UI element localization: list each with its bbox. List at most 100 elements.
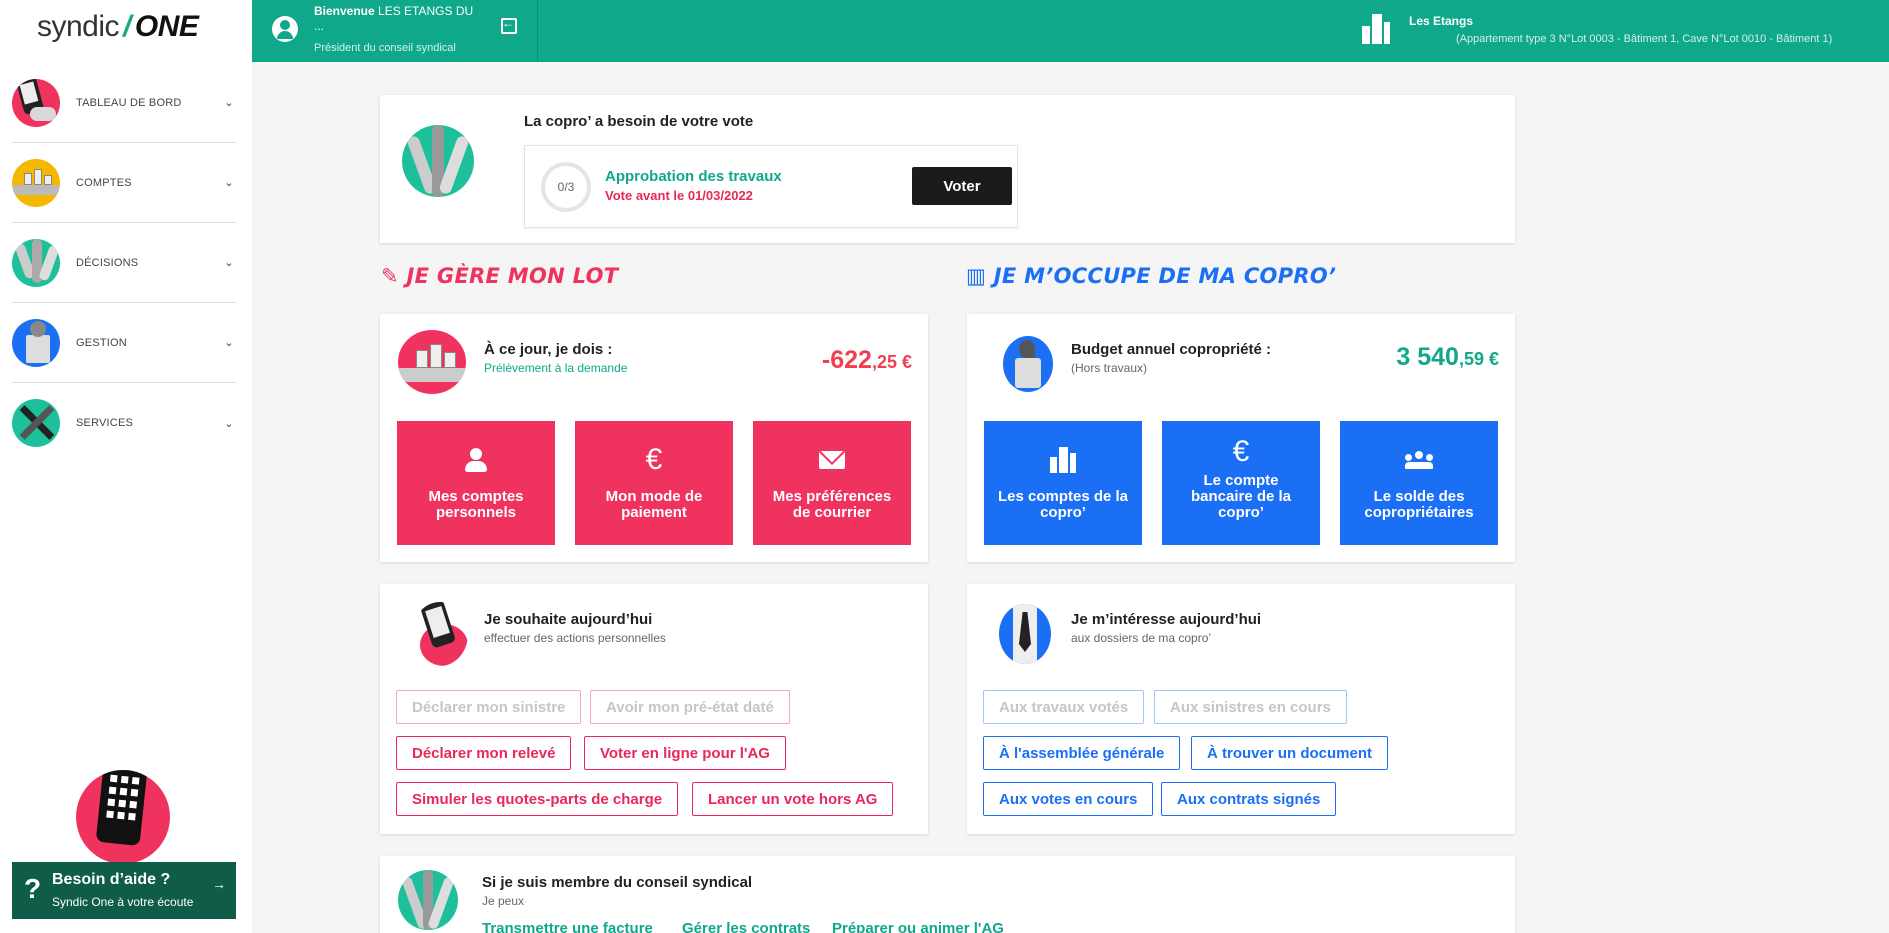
declare-reading-chip[interactable]: Déclarer mon relevé [396,736,572,770]
actions-title: Je souhaite aujourd’hui [484,611,653,628]
sidebar: syndic/ONE TABLEAU DE BORD ⌄ COMPTES ⌄ [0,0,252,933]
amount-decimal: ,25 € [871,352,912,372]
sidebar-item-label: SERVICES [76,417,134,429]
help-subtitle: Syndic One à votre écoute [52,895,194,909]
tile-label: Le solde des copropriétaires [1364,488,1474,521]
interest-subtitle: aux dossiers de ma copro’ [1071,631,1212,645]
logout-icon[interactable] [501,16,517,34]
top-header: Bienvenue LES ETANGS DU ... Président du… [252,0,1889,62]
vote-item-name: Approbation des travaux [605,168,782,185]
sidebar-item-label: COMPTES [76,176,132,189]
prepare-ag-link[interactable]: Préparer ou animer l'AG [832,920,1004,933]
lot-description: (Appartement type 3 N°Lot 0003 - Bâtimen… [1456,33,1833,45]
logo[interactable]: syndic / ONE [37,10,199,44]
general-assembly-chip[interactable]: À l'assemblée générale [983,736,1181,770]
find-document-chip[interactable]: À trouver un document [1191,736,1389,770]
vote-card-title: La copro’ a besoin de votre vote [524,113,754,130]
help-title: Besoin d’aide ? [52,871,171,888]
tile-label: Mes préférences de courrier [772,488,892,521]
tools-icon [12,399,60,447]
coins-hand-illustration [398,330,466,394]
lot-title[interactable]: Les Etangs [1409,14,1473,28]
sidebar-item-tableau-de-bord[interactable]: TABLEAU DE BORD ⌄ [12,63,236,143]
vote-item: 0/3 Approbation des travaux Vote avant l… [524,145,1018,228]
signed-contracts-chip[interactable]: Aux contrats signés [1161,782,1337,816]
tile-label: Mon mode de paiement [605,488,703,521]
brush-icon: ✎ [381,264,399,288]
envelope-icon [753,445,911,475]
welcome-label: Bienvenue [314,4,375,18]
building-icon [984,445,1142,475]
sidebar-item-gestion[interactable]: GESTION ⌄ [12,303,236,383]
chevron-down-icon: ⌄ [224,417,234,430]
arrow-right-icon: → [212,876,226,892]
copro-accounts-button[interactable]: Les comptes de la copro’ [984,421,1142,545]
logo-one: ONE [134,10,199,43]
tile-label: Le compte bancaire de la copro’ [1190,472,1292,521]
buildings-icon: ▥ [966,264,987,288]
vote-card: La copro’ a besoin de votre vote 0/3 App… [380,95,1515,243]
pre-state-chip[interactable]: Avoir mon pré-état daté [590,690,790,724]
copro-section-label: JE M’OCCUPE DE MA COPRO’ [993,264,1337,288]
copro-section-title: ▥ JE M’OCCUPE DE MA COPRO’ [966,264,1336,288]
sidebar-item-label: TABLEAU DE BORD [76,96,182,109]
interest-title: Je m’intéresse aujourd’hui [1071,611,1262,628]
balance-subtitle: Prélèvement à la demande [484,361,628,375]
council-card: Si je suis membre du conseil syndical Je… [380,856,1515,933]
tile-label: Les comptes de la copro’ [997,488,1129,521]
council-subtitle: Je peux [482,894,525,908]
simulate-charges-chip[interactable]: Simuler les quotes-parts de charge [396,782,679,816]
euro-icon: € [645,443,663,476]
current-claims-chip[interactable]: Aux sinistres en cours [1154,690,1347,724]
manage-contracts-link[interactable]: Gérer les contrats [682,920,810,933]
plant-pot-illustration [1003,336,1053,392]
payment-mode-button[interactable]: € Mon mode de paiement [575,421,733,545]
lot-section-title: ✎ JE GÈRE MON LOT [381,264,618,288]
user-icon [397,445,555,475]
vote-button[interactable]: Voter [912,167,1012,205]
raised-hands-illustration [398,870,458,930]
euro-icon: € [1232,435,1250,468]
phone-hand-illustration [412,602,468,666]
chevron-down-icon: ⌄ [224,97,234,109]
budget-title: Budget annuel copropriété : [1071,341,1272,358]
help-button[interactable]: ? Besoin d’aide ? Syndic One à votre éco… [12,862,236,919]
launch-vote-chip[interactable]: Lancer un vote hors AG [692,782,894,816]
raised-hands-illustration [402,125,474,197]
sidebar-item-label: GESTION [76,336,127,349]
personal-actions-card: Je souhaite aujourd’hui effectuer des ac… [380,584,928,834]
balance-title: À ce jour, je dois : [484,341,613,358]
paint-bucket-icon [12,318,60,367]
sidebar-item-decisions[interactable]: DÉCISIONS ⌄ [12,223,236,303]
amount-integer: -622 [821,346,872,374]
phone-hand-icon [12,78,60,127]
budget-subtitle: (Hors travaux) [1071,361,1148,375]
owners-balance-button[interactable]: Le solde des copropriétaires [1340,421,1498,545]
voted-works-chip[interactable]: Aux travaux votés [983,690,1145,724]
logo-text: syndic [37,10,120,43]
budget-amount: 3 540,59 € [1396,343,1499,372]
mail-preferences-button[interactable]: Mes préférences de courrier [753,421,911,545]
copro-bank-account-button[interactable]: € Le compte bancaire de la copro’ [1162,421,1320,545]
user-avatar-icon [272,16,298,42]
chevron-down-icon: ⌄ [224,177,234,189]
chevron-down-icon: ⌄ [224,257,234,269]
user-role: Président du conseil syndical [314,42,456,54]
coins-hand-icon [12,158,60,207]
current-votes-chip[interactable]: Aux votes en cours [983,782,1154,816]
vote-deadline: Vote avant le 01/03/2022 [605,188,753,203]
sidebar-item-comptes[interactable]: COMPTES ⌄ [12,143,236,223]
copro-interest-card: Je m’intéresse aujourd’hui aux dossiers … [967,584,1515,834]
declare-claim-chip[interactable]: Déclarer mon sinistre [396,690,582,724]
actions-subtitle: effectuer des actions personnelles [484,631,666,645]
sidebar-item-services[interactable]: SERVICES ⌄ [12,383,236,463]
lot-balance-card: À ce jour, je dois : Prélèvement à la de… [380,314,928,562]
balance-amount: -622,25 € [822,346,912,375]
personal-accounts-button[interactable]: Mes comptes personnels [397,421,555,545]
chevron-down-icon: ⌄ [224,337,234,349]
vote-online-ag-chip[interactable]: Voter en ligne pour l'AG [584,736,786,770]
amount-integer: 3 540 [1396,343,1459,371]
vote-progress: 0/3 [541,162,591,212]
welcome-text: Bienvenue LES ETANGS DU ... [314,4,474,34]
send-invoice-link[interactable]: Transmettre une facture [482,920,653,933]
